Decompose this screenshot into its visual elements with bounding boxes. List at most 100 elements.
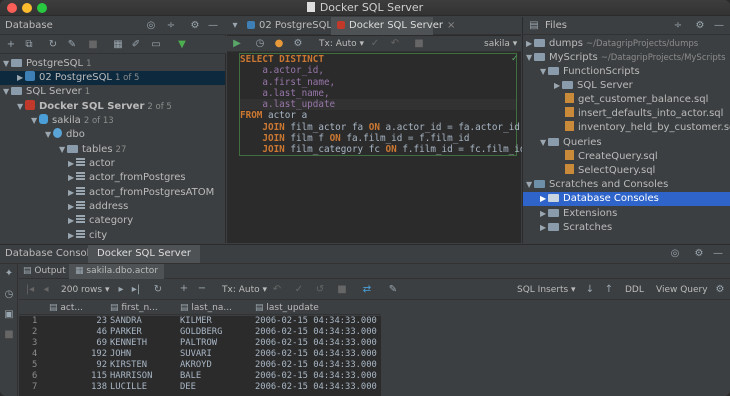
refresh-icon[interactable]: ↻ bbox=[48, 40, 58, 50]
cell-last-name[interactable]: SUVARI bbox=[180, 349, 212, 360]
tree-item-sakila[interactable]: ▼ sakila 2 of 13 bbox=[31, 114, 114, 128]
column-header[interactable]: ▤ last_update bbox=[255, 301, 319, 315]
chevron-down-icon[interactable]: ▼ bbox=[3, 57, 11, 71]
sql-editor[interactable]: SELECT DISTINCT a.actor_id, a.first_name… bbox=[240, 54, 531, 156]
cell-first-name[interactable]: KIRSTEN bbox=[110, 360, 147, 371]
console-source-tab[interactable]: Docker SQL Server bbox=[88, 245, 200, 263]
gear-icon[interactable]: ⚙ bbox=[694, 249, 704, 259]
file-tree-item[interactable]: inventory_held_by_customer.sql bbox=[565, 121, 730, 135]
tree-item-table[interactable]: ▶ category bbox=[68, 214, 133, 228]
chevron-down-icon[interactable]: ▼ bbox=[31, 114, 39, 128]
file-tree-item[interactable]: ▼ MyScripts ~/DatagripProjects/MyScripts bbox=[526, 51, 726, 65]
file-tree-item[interactable]: get_customer_balance.sql bbox=[565, 93, 708, 107]
cell-actor-id[interactable]: 46 bbox=[49, 327, 107, 338]
commit-icon[interactable]: ✓ bbox=[370, 39, 380, 49]
column-header[interactable]: ▤ last_na... bbox=[180, 301, 232, 315]
chevron-right-icon[interactable]: ▶ bbox=[68, 186, 76, 200]
cell-first-name[interactable]: KENNETH bbox=[110, 338, 147, 349]
chevron-right-icon[interactable]: ▶ bbox=[68, 171, 76, 185]
compare-icon[interactable]: ⇄ bbox=[362, 285, 372, 295]
zoom-window-button[interactable] bbox=[37, 3, 47, 13]
chevron-right-icon[interactable]: ▶ bbox=[540, 192, 548, 206]
cell-actor-id[interactable]: 92 bbox=[49, 360, 107, 371]
cell-last-update[interactable]: 2006-02-15 04:34:33.000 bbox=[255, 371, 377, 382]
cell-last-name[interactable]: BALE bbox=[180, 371, 201, 382]
file-tree-item[interactable]: ▼ FunctionScripts bbox=[540, 65, 640, 79]
chevron-down-icon[interactable]: ▼ bbox=[540, 65, 548, 79]
tree-item-table[interactable]: ▶ city bbox=[68, 229, 107, 243]
cell-first-name[interactable]: LUCILLE bbox=[110, 382, 147, 393]
cell-last-update[interactable]: 2006-02-15 04:34:33.000 bbox=[255, 316, 377, 327]
history-icon[interactable]: ◷ bbox=[255, 39, 265, 49]
cell-last-update[interactable]: 2006-02-15 04:34:33.000 bbox=[255, 338, 377, 349]
hide-icon[interactable]: — bbox=[208, 21, 218, 31]
file-tree-item[interactable]: insert_defaults_into_actor.sql bbox=[565, 107, 723, 121]
column-header[interactable]: ▤ first_n... bbox=[110, 301, 158, 315]
chevron-right-icon[interactable]: ▶ bbox=[68, 229, 76, 243]
copy-icon[interactable]: ⧉ bbox=[24, 40, 34, 50]
cell-first-name[interactable]: PARKER bbox=[110, 327, 142, 338]
gear-icon[interactable]: ⚙ bbox=[715, 285, 725, 295]
cell-last-name[interactable]: KILMER bbox=[180, 316, 212, 327]
file-tree-item[interactable]: ▼ Scratches and Consoles bbox=[526, 178, 668, 192]
chevron-right-icon[interactable]: ▶ bbox=[17, 71, 25, 85]
run-icon[interactable]: ▶ bbox=[232, 39, 242, 49]
table-row[interactable]: 2 46 PARKER GOLDBERG 2006-02-15 04:34:33.000 bbox=[19, 327, 381, 338]
ddl-button[interactable]: DDL bbox=[625, 283, 644, 297]
cell-actor-id[interactable]: 23 bbox=[49, 316, 107, 327]
last-page-icon[interactable]: ▸| bbox=[131, 285, 141, 295]
cell-last-update[interactable]: 2006-02-15 04:34:33.000 bbox=[255, 360, 377, 371]
prev-page-icon[interactable]: ◂ bbox=[41, 285, 51, 295]
explain-plan-icon[interactable]: ● bbox=[274, 39, 284, 49]
delete-row-icon[interactable]: − bbox=[197, 284, 207, 294]
chevron-right-icon[interactable]: ▶ bbox=[526, 37, 534, 51]
gear-icon[interactable]: ⚙ bbox=[695, 21, 705, 31]
globe-icon[interactable]: ◎ bbox=[670, 249, 680, 259]
chevron-down-icon[interactable]: ▼ bbox=[540, 136, 548, 150]
first-page-icon[interactable]: |◂ bbox=[25, 285, 35, 295]
file-tree-item[interactable]: ▶ SQL Server bbox=[554, 79, 633, 93]
tree-item-table[interactable]: ▶ address bbox=[68, 200, 128, 214]
tree-item-docker-sql-server[interactable]: ▼ Docker SQL Server 2 of 5 bbox=[17, 100, 172, 114]
add-icon[interactable]: + bbox=[6, 40, 16, 50]
tree-item-table[interactable]: ▶ actor bbox=[68, 157, 115, 171]
chevron-right-icon[interactable]: ▶ bbox=[554, 79, 562, 93]
pin-icon[interactable]: ✎ bbox=[388, 285, 398, 295]
column-header[interactable]: ▤ act... bbox=[49, 301, 83, 315]
table-row[interactable]: 1 23 SANDRA KILMER 2006-02-15 04:34:33.000 bbox=[19, 316, 381, 327]
tree-item-table[interactable]: ▶ actor_fromPostgresATOM bbox=[68, 186, 214, 200]
chevron-right-icon[interactable]: ▶ bbox=[540, 221, 548, 235]
tree-item-postgresql[interactable]: ▼ PostgreSQL 1 bbox=[3, 57, 92, 71]
collapse-icon[interactable]: ÷ bbox=[166, 21, 176, 31]
edit-source-icon[interactable]: ✐ bbox=[131, 40, 141, 50]
file-tree-item[interactable]: ▶ Scratches bbox=[540, 221, 612, 235]
download-icon[interactable]: ↓ bbox=[585, 285, 595, 295]
chevron-down-icon[interactable]: ▼ bbox=[17, 100, 25, 114]
chevron-right-icon[interactable]: ▶ bbox=[68, 157, 76, 171]
console-icon[interactable]: ▭ bbox=[151, 40, 161, 50]
tx-mode-dropdown[interactable]: Tx: Auto ▾ bbox=[319, 37, 364, 51]
table-icon[interactable]: ▦ bbox=[113, 40, 123, 50]
close-icon[interactable]: × bbox=[447, 20, 455, 31]
file-tree-item[interactable]: ▶ Extensions bbox=[540, 207, 617, 221]
view-query-button[interactable]: View Query bbox=[656, 283, 708, 297]
chevron-down-icon[interactable]: ▼ bbox=[526, 178, 534, 192]
table-row[interactable]: 3 69 KENNETH PALTROW 2006-02-15 04:34:33.000 bbox=[19, 338, 381, 349]
file-tree-item[interactable]: ▶ dumps ~/DatagripProjects/dumps bbox=[526, 37, 698, 51]
chevron-down-icon[interactable]: ▼ bbox=[3, 85, 11, 99]
chevron-right-icon[interactable]: ▶ bbox=[540, 207, 548, 221]
tab-02-postgresql[interactable]: 02 PostgreSQL× bbox=[243, 17, 344, 35]
stop-icon[interactable]: ■ bbox=[414, 39, 424, 49]
chevron-down-icon[interactable]: ▼ bbox=[526, 51, 534, 65]
settings-icon[interactable]: ⚙ bbox=[293, 39, 303, 49]
schema-dropdown[interactable]: sakila ▾ bbox=[484, 37, 517, 51]
cell-last-update[interactable]: 2006-02-15 04:34:33.000 bbox=[255, 349, 377, 360]
file-tree-item-database-consoles[interactable]: ▶ Database Consoles bbox=[523, 192, 730, 206]
tree-item-02-postgresql[interactable]: ▶ 02 PostgreSQL 1 of 5 bbox=[0, 71, 225, 85]
stop-icon[interactable]: ■ bbox=[4, 330, 14, 340]
tree-item-table[interactable]: ▶ actor_fromPostgres bbox=[68, 171, 186, 185]
hide-icon[interactable]: — bbox=[714, 21, 724, 31]
stop-icon[interactable]: ■ bbox=[337, 285, 347, 295]
tabs-menu-icon[interactable]: ▾ bbox=[230, 21, 240, 31]
minimize-window-button[interactable] bbox=[22, 3, 32, 13]
